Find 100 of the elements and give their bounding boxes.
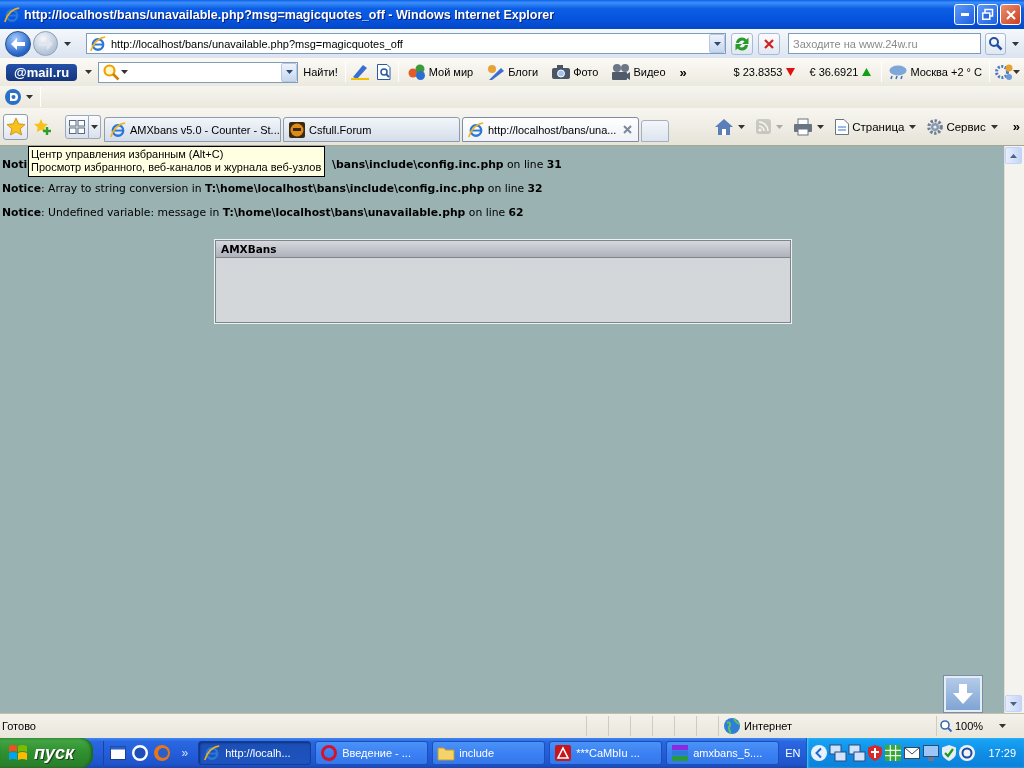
flag-icon [8, 744, 28, 762]
down-arrow-icon [953, 684, 973, 704]
star-plus-icon[interactable] [34, 118, 51, 135]
disc-icon[interactable] [5, 89, 21, 105]
shield-icon[interactable] [942, 745, 957, 761]
search-field[interactable] [98, 61, 299, 83]
scroll-up-button[interactable] [1005, 147, 1022, 164]
monitor-icon[interactable] [923, 745, 940, 761]
notice-text: Notice: Array to string conversion in T:\home\localhost\bans\include\config.inc.php on line 32 [2, 182, 544, 195]
scroll-down-button[interactable] [1005, 695, 1022, 712]
page-menu-button[interactable]: Страница [835, 118, 905, 135]
caret-icon[interactable] [909, 124, 917, 129]
currency-rate: $ 23.8353 [733, 66, 783, 78]
home-icon[interactable] [715, 118, 734, 135]
search-field[interactable]: Заходите на www.24w.ru [788, 33, 981, 54]
search-button[interactable] [985, 32, 1006, 55]
up-arrow-icon [1010, 153, 1017, 158]
logo[interactable]: @mail.ru [6, 63, 78, 81]
printer-icon[interactable] [794, 118, 813, 135]
folder-icon [438, 746, 455, 760]
tab[interactable]: http://localhost/bans/una... [462, 117, 639, 142]
quick-tabs-button[interactable] [65, 114, 89, 139]
notice-text: \bans\include\config.inc.php on line 31 [332, 158, 562, 171]
caret-icon[interactable] [121, 70, 129, 74]
globe-icon [724, 718, 740, 734]
more-button[interactable]: » [1010, 119, 1022, 134]
caret-icon[interactable] [26, 95, 33, 99]
gear-icon [927, 118, 944, 135]
ring-icon[interactable] [131, 745, 148, 761]
more-button[interactable]: » [179, 746, 191, 760]
chevron-icon[interactable] [811, 745, 828, 761]
star-icon [6, 118, 25, 135]
notice-text: Notice: Undefined variable: message in T:\home\localhost\bans\unavailable.php on line 62 [2, 206, 525, 219]
more-button[interactable]: » [677, 64, 689, 80]
close-button[interactable] [1000, 4, 1021, 25]
language-indicator[interactable]: EN [779, 747, 807, 759]
zone-text: Интернет [744, 720, 792, 732]
taskbar-button[interactable]: amxbans_5.... [666, 741, 780, 765]
highlighter-icon[interactable] [350, 64, 369, 80]
tab-list-button[interactable] [89, 114, 101, 139]
toolbar-link[interactable]: Фото [550, 61, 601, 83]
browser-icon [4, 6, 20, 23]
camera-icon [552, 65, 571, 79]
caret-icon[interactable] [64, 41, 71, 46]
gears-icon[interactable] [995, 64, 1013, 80]
favorites-button[interactable] [3, 113, 28, 140]
page-search-icon[interactable] [376, 64, 393, 80]
taskbar-button[interactable]: http://localh... [198, 741, 312, 765]
caret-icon[interactable] [85, 70, 93, 74]
weather-button[interactable]: Москва +2 ° C [887, 61, 984, 83]
restore-button[interactable] [977, 4, 998, 25]
taskbar-button[interactable]: Введение - ... [315, 741, 429, 765]
caret-icon[interactable] [1012, 41, 1019, 46]
tab[interactable]: Csfull.Forum [283, 117, 460, 142]
taskbar-button[interactable]: include [432, 741, 546, 765]
caret-icon[interactable] [999, 724, 1007, 728]
caret-icon[interactable] [990, 124, 998, 129]
toolbar-link[interactable]: Блоги [485, 61, 541, 83]
monitor-icon[interactable] [849, 745, 866, 761]
projector-icon [612, 64, 631, 80]
caret-icon [285, 70, 293, 74]
start-button[interactable]: пуск [0, 738, 93, 768]
back-button[interactable] [5, 30, 31, 57]
tab[interactable]: AMXbans v5.0 - Counter - St... [104, 117, 281, 142]
shield-icon[interactable] [868, 745, 883, 761]
minimize-icon [960, 13, 969, 16]
minimize-button[interactable] [954, 4, 975, 25]
page-icon [835, 118, 850, 135]
caret-icon [91, 124, 98, 129]
tooltip-text: Центр управления избранным (Alt+C) [31, 148, 224, 161]
currency-rate: € 36.6921 [809, 66, 859, 78]
tools-menu-button[interactable]: Сервис [927, 118, 986, 135]
taskbar-button[interactable]: ***CaMbIu ... [549, 741, 663, 765]
refresh-button[interactable] [731, 32, 753, 55]
dropdown-button[interactable] [281, 62, 298, 82]
desktop-icon[interactable] [109, 746, 126, 760]
close-icon[interactable] [623, 125, 632, 134]
address-field[interactable]: http://localhost/bans/unavailable.php?msg=magicquotes_off [86, 33, 726, 54]
envelope-icon[interactable] [904, 747, 921, 759]
caret-icon[interactable] [738, 124, 746, 129]
disc-icon[interactable] [959, 745, 976, 761]
caret-icon[interactable] [817, 124, 825, 129]
restore-icon [982, 9, 993, 20]
dropdown-button[interactable] [709, 34, 725, 53]
browser-icon [204, 745, 221, 761]
caret-icon[interactable] [1013, 70, 1020, 74]
find-button[interactable]: Найти! [301, 61, 340, 83]
caret-icon [713, 41, 721, 46]
close-icon [1005, 9, 1016, 20]
zoom-button[interactable]: 100% [940, 720, 984, 732]
monitor-icon[interactable] [830, 745, 847, 761]
scrollbar[interactable] [1004, 146, 1024, 713]
notice-text: Noti [2, 158, 28, 171]
cloud-icon [889, 65, 908, 79]
download-icon[interactable] [944, 676, 982, 712]
toolbar-link[interactable]: Мой мир [405, 61, 476, 83]
toolbar-link[interactable]: Видео [610, 61, 668, 83]
stop-button[interactable] [758, 32, 780, 55]
grid-icon [69, 119, 85, 134]
search-icon [989, 37, 1002, 50]
